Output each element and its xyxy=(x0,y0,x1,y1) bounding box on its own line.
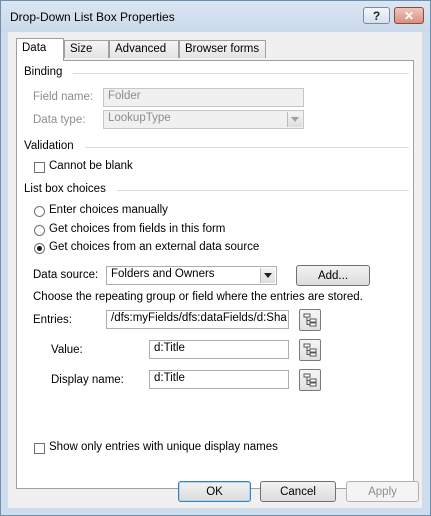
radio-from-form-fields[interactable] xyxy=(34,225,45,236)
enter-manually-label: Enter choices manually xyxy=(49,204,168,216)
list-box-choices-section-label: List box choices xyxy=(24,183,106,195)
entries-label: Entries: xyxy=(33,314,72,326)
value-input[interactable]: d:Title xyxy=(149,340,289,359)
select-xpath-display-name-button[interactable] xyxy=(299,369,321,391)
instructions-text: Choose the repeating group or field wher… xyxy=(33,291,363,303)
cancel-button[interactable]: Cancel xyxy=(260,481,336,502)
field-name-label: Field name: xyxy=(33,91,94,103)
close-button[interactable]: ✕ xyxy=(394,7,424,24)
close-icon: ✕ xyxy=(403,8,415,23)
validation-divider xyxy=(85,147,409,148)
select-xpath-value-button[interactable] xyxy=(299,339,321,361)
entries-input[interactable]: /dfs:myFields/dfs:dataFields/d:Sha xyxy=(106,310,289,329)
data-type-select[interactable]: LookupType xyxy=(103,110,304,129)
select-xpath-entries-button[interactable] xyxy=(299,309,321,331)
tab-data[interactable]: Data xyxy=(16,38,64,61)
tab-label: Size xyxy=(70,43,93,55)
display-name-input[interactable]: d:Title xyxy=(149,370,289,389)
tab-label: Data xyxy=(22,42,47,54)
title-bar[interactable]: Drop-Down List Box Properties ? ✕ xyxy=(1,1,430,32)
validation-section-label: Validation xyxy=(24,140,74,152)
apply-button[interactable]: Apply xyxy=(346,481,419,502)
tree-icon xyxy=(303,343,317,357)
data-source-label: Data source: xyxy=(33,269,99,281)
choices-divider xyxy=(117,190,409,191)
field-name-input[interactable]: Folder xyxy=(103,88,304,107)
display-name-label: Display name: xyxy=(51,374,124,386)
ok-button[interactable]: OK xyxy=(178,481,251,502)
cannot-be-blank-checkbox[interactable] xyxy=(34,162,45,173)
chevron-down-icon xyxy=(287,112,302,127)
data-source-value: Folders and Owners xyxy=(111,268,215,280)
chevron-down-icon xyxy=(260,268,275,283)
tab-size[interactable]: Size xyxy=(64,40,109,58)
binding-divider xyxy=(73,73,409,74)
cannot-be-blank-label: Cannot be blank xyxy=(49,160,133,172)
tab-advanced[interactable]: Advanced xyxy=(109,40,179,58)
dialog-title: Drop-Down List Box Properties xyxy=(10,10,175,24)
tab-label: Advanced xyxy=(115,43,167,55)
external-source-label: Get choices from an external data source xyxy=(49,241,260,253)
data-source-select[interactable]: Folders and Owners xyxy=(106,266,277,285)
unique-display-names-label: Show only entries with unique display na… xyxy=(49,441,278,453)
value-label: Value: xyxy=(51,344,83,356)
dialog-window: Drop-Down List Box Properties ? ✕ Data S… xyxy=(0,0,431,516)
help-button[interactable]: ? xyxy=(363,7,390,24)
radio-external-source[interactable] xyxy=(34,243,45,254)
radio-enter-manually[interactable] xyxy=(34,206,45,217)
binding-section-label: Binding xyxy=(24,66,63,78)
data-type-value: LookupType xyxy=(108,112,171,124)
tab-label: Browser forms xyxy=(185,43,260,55)
data-tab-panel: Binding Field name: Folder Data type: Lo… xyxy=(16,60,414,489)
add-data-source-button[interactable]: Add... xyxy=(296,265,370,286)
data-type-label: Data type: xyxy=(33,114,86,126)
from-form-fields-label: Get choices from fields in this form xyxy=(49,223,226,235)
unique-display-names-checkbox[interactable] xyxy=(34,443,45,454)
help-icon: ? xyxy=(372,8,381,23)
dialog-client: Data Size Advanced Browser forms Binding… xyxy=(8,32,422,508)
tree-icon xyxy=(303,373,317,387)
tab-browser-forms[interactable]: Browser forms xyxy=(179,40,266,58)
tree-icon xyxy=(303,313,317,327)
